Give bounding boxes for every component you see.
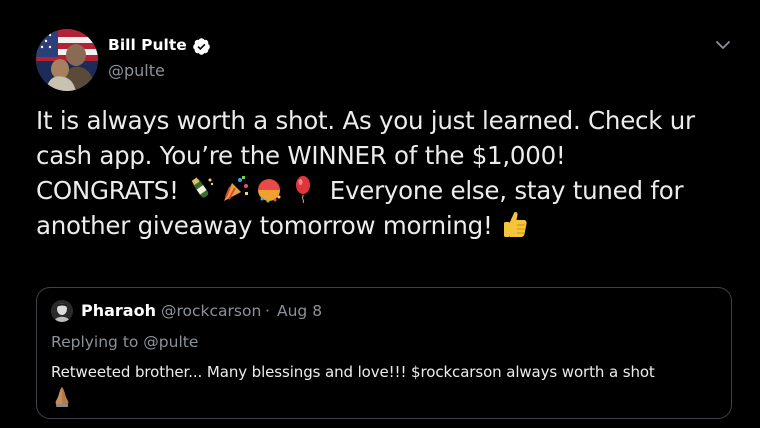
tweet-text-line: another giveaway tomorrow morning! [36,208,726,243]
tweet-text-fragment: CONGRATS! [36,176,179,205]
quoted-author-name[interactable]: Pharaoh [81,301,156,320]
tweet-text: It is always worth a shot. As you just l… [36,103,726,243]
author-avatar[interactable] [36,29,98,91]
tweet-card[interactable]: Bill Pulte @pulte It is always worth a s… [0,0,760,428]
tweet-text-line: CONGRATS! Everyone else, stay tuned for [36,173,726,208]
author-name[interactable]: Bill Pulte [108,36,187,54]
confetti-ball-emoji-icon [258,179,281,203]
folded-hands-emoji-icon [55,387,69,407]
balloon-emoji-icon [296,176,311,204]
tweet-text-fragment: Everyone else, stay tuned for [329,176,684,205]
avatar-image [51,300,73,322]
quoted-tweet-text: Retweeted brother... Many blessings and … [51,363,655,381]
tweet-text-line: It is always worth a shot. As you just l… [36,106,695,135]
champagne-emoji-icon [191,177,214,198]
tweet-text-line: cash app. You’re the WINNER of the $1,00… [36,141,566,170]
verified-badge-icon [193,38,210,55]
chevron-down-icon[interactable] [712,34,734,56]
avatar-image [36,29,98,91]
author-handle[interactable]: @pulte [108,61,165,80]
replying-to-label: Replying to @pulte [51,333,199,351]
thumbs-up-emoji-icon [504,211,527,237]
quoted-author-avatar[interactable] [51,300,73,322]
tweet-text-fragment: another giveaway tomorrow morning! [36,211,493,240]
quoted-author-handle[interactable]: @rockcarson [161,302,261,320]
party-popper-emoji-icon [224,176,249,201]
quoted-tweet-card[interactable]: Pharaoh @rockcarson · Aug 8 Replying to … [36,287,732,419]
quoted-timestamp[interactable]: Aug 8 [277,302,322,320]
meta-separator: · [265,302,270,320]
